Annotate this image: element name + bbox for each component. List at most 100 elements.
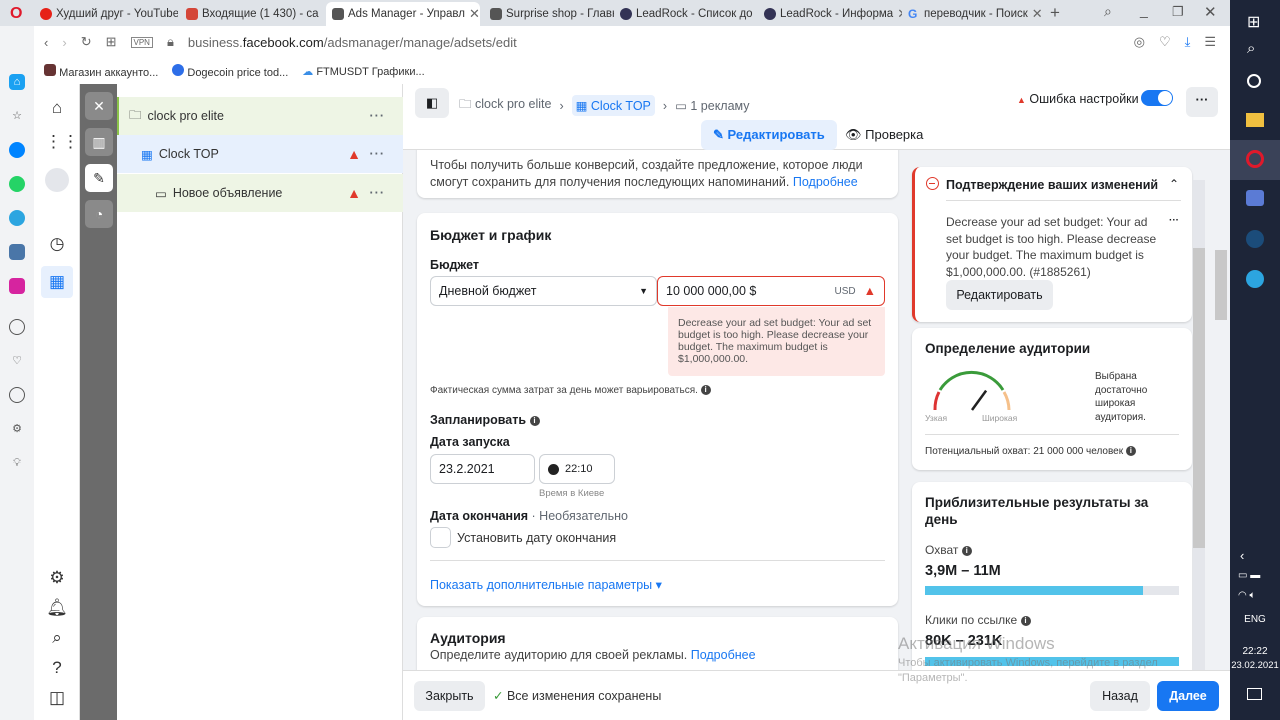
language-indicator[interactable]: ENG (1230, 614, 1280, 625)
setup-error-indicator[interactable]: ▲ Ошибка настройки (1017, 92, 1139, 106)
show-hidden-icons[interactable]: ‹ (1240, 548, 1244, 563)
publish-toggle[interactable] (1141, 90, 1173, 106)
player-icon[interactable] (9, 319, 25, 335)
search-icon[interactable]: ⌕ (1247, 40, 1255, 57)
browser-tab[interactable]: Gпереводчик - Поиск ✕ (902, 2, 1044, 26)
forward-icon[interactable]: › (62, 35, 66, 50)
more-options-button[interactable]: ··· (1186, 87, 1218, 117)
back-icon[interactable]: ‹ (44, 35, 48, 50)
search-icon[interactable]: ⌕ (45, 626, 69, 650)
more-options-icon[interactable]: ··· (370, 147, 386, 161)
learn-more-link[interactable]: Подробнее (793, 175, 858, 189)
app-icon[interactable] (1246, 190, 1264, 206)
collapse-chevron-icon[interactable]: ⌃ (1169, 177, 1179, 191)
start-date-input[interactable]: 23.2.2021 (430, 454, 535, 484)
opera-taskbar-item[interactable] (1230, 140, 1280, 180)
learn-more-link[interactable]: Подробнее (691, 648, 756, 662)
tree-ad[interactable]: ▭ Новое объявление ▲ ··· (117, 174, 403, 212)
home-icon[interactable]: ⌂ (9, 74, 25, 90)
close-tab-icon[interactable]: ✕ (1032, 6, 1043, 22)
help-icon[interactable]: ? (45, 656, 69, 680)
telegram-icon[interactable] (1246, 270, 1264, 288)
history-icon[interactable] (9, 387, 25, 403)
url-field[interactable]: business.facebook.com/adsmanager/manage/… (188, 35, 517, 50)
vk-icon[interactable] (9, 244, 25, 260)
heart-icon[interactable]: ♡ (9, 353, 25, 369)
page-scrollbar-thumb[interactable] (1215, 250, 1227, 320)
opera-logo-icon[interactable]: O (10, 5, 22, 23)
info-icon[interactable]: i (961, 545, 972, 556)
tab-review[interactable]: 👁︎ Проверка (845, 120, 923, 150)
bookmark[interactable]: ☁ FTMUSDT Графики... (302, 65, 424, 78)
close-editor-button[interactable]: ✕ (85, 92, 113, 120)
file-explorer-icon[interactable] (1246, 113, 1264, 127)
budget-type-select[interactable]: Дневной бюджет ▼ (430, 276, 657, 306)
browser-tab[interactable]: Худший друг - YouTube✕ (34, 2, 178, 26)
reload-icon[interactable]: ↻ (81, 34, 92, 50)
ads-manager-table-icon[interactable]: ▦ (41, 266, 73, 298)
whatsapp-icon[interactable] (9, 176, 25, 192)
search-tabs-icon[interactable]: ⌕ (1104, 3, 1112, 20)
browser-tab-active[interactable]: Ads Manager - Управл ✕ (326, 2, 480, 26)
new-tab-icon[interactable]: + (1050, 3, 1060, 23)
budget-amount-input[interactable]: 10 000 000,00 $ USD ▲ (657, 276, 885, 306)
avatar[interactable] (45, 168, 69, 192)
vpn-badge[interactable]: VPN (130, 36, 153, 48)
close-button[interactable]: Закрыть (414, 681, 485, 711)
chart-icon[interactable]: ▥ (85, 128, 113, 156)
right-column-scrollbar[interactable] (1193, 180, 1205, 670)
edit-button[interactable]: Редактировать (946, 280, 1053, 310)
settings-icon[interactable]: ⚙ (9, 421, 25, 437)
camera-icon[interactable]: ◎ (1134, 34, 1145, 50)
bookmark[interactable]: Dogecoin price tod... (172, 63, 288, 79)
close-tab-icon[interactable]: ✕ (469, 6, 480, 22)
notifications-icon[interactable] (1247, 688, 1262, 700)
download-icon[interactable]: ⤓ (1185, 34, 1191, 50)
notifications-bell-icon[interactable]: 🔔︎ (45, 596, 69, 620)
end-date-checkbox-label[interactable]: Установить дату окончания (457, 531, 616, 545)
breadcrumb-adset[interactable]: ▦ Clock TOP (571, 95, 655, 116)
messenger-icon[interactable] (9, 142, 25, 158)
info-icon[interactable]: i (700, 385, 711, 396)
heart-icon[interactable]: ♡ (1159, 34, 1171, 50)
info-icon[interactable]: i (1020, 615, 1031, 626)
clock-date[interactable]: 23.02.2021 (1230, 660, 1280, 671)
star-icon[interactable]: ☆ (9, 108, 25, 124)
network-volume-icons[interactable]: ◠ 🔈︎ (1238, 590, 1256, 601)
lightbulb-icon[interactable]: 💡︎ (9, 455, 25, 471)
close-window-icon[interactable]: ✕ (1204, 3, 1217, 21)
history-clock-icon[interactable]: ◔ (85, 200, 113, 228)
home-icon[interactable]: ⌂ (45, 96, 69, 120)
restore-icon[interactable]: ❐ (1172, 4, 1184, 20)
edit-pencil-icon[interactable]: ✎ (85, 164, 113, 192)
tabs-grid-icon[interactable]: ⊞ (106, 34, 117, 50)
breadcrumb-ads[interactable]: ▭ 1 рекламу (675, 98, 749, 113)
show-more-params-link[interactable]: Показать дополнительные параметры ▾ (430, 577, 662, 592)
browser-tab[interactable]: LeadRock - Список до✕ (614, 2, 756, 26)
instagram-icon[interactable] (9, 278, 25, 294)
clock-time[interactable]: 22:22 (1230, 646, 1280, 657)
end-date-checkbox[interactable] (430, 527, 451, 548)
more-options-icon[interactable]: ··· (370, 109, 386, 123)
browser-tab[interactable]: Входящие (1 430) - са✕ (180, 2, 322, 26)
panel-icon[interactable]: ◫ (45, 686, 69, 710)
steam-icon[interactable] (1246, 230, 1264, 248)
settings-icon[interactable]: ⚙ (45, 566, 69, 590)
tray-icons[interactable]: ▭ ▬ (1238, 570, 1260, 581)
tree-campaign[interactable]: 🗀 clock pro elite ··· (117, 97, 403, 135)
start-time-input[interactable]: 22:10 (539, 454, 615, 484)
minimize-icon[interactable]: _ (1140, 2, 1148, 18)
info-icon[interactable]: i (529, 415, 540, 426)
apps-grid-icon[interactable]: ⋮⋮ (45, 130, 79, 154)
more-options-icon[interactable]: ··· (370, 186, 386, 200)
tab-edit[interactable]: ✎ Редактировать (701, 120, 837, 150)
toggle-panel-icon[interactable]: ◧ (415, 88, 449, 118)
windows-start-icon[interactable]: ⊞ (1247, 12, 1260, 32)
tree-adset[interactable]: ▦ Clock TOP ▲ ··· (117, 135, 403, 173)
browser-tab[interactable]: LeadRock - Информа✕ (758, 2, 902, 26)
settings-sliders-icon[interactable]: ☰ (1204, 34, 1216, 50)
dashboard-icon[interactable]: ◷ (45, 232, 69, 256)
breadcrumb-campaign[interactable]: 🗀 clock pro elite (459, 95, 551, 116)
browser-tab[interactable]: Surprise shop - Главн✕ (484, 2, 614, 26)
more-options-icon[interactable]: ··· (1169, 215, 1179, 226)
